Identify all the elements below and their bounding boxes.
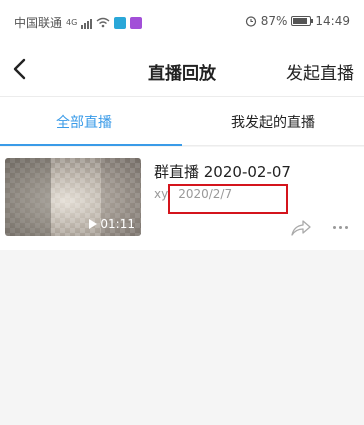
carrier-label: 中国联通 <box>14 16 63 30</box>
recording-title: 群直播 2020-02-07 <box>154 163 291 181</box>
nav-bar: 直播回放 发起直播 <box>0 44 364 96</box>
list-item[interactable]: 01:11 群直播 2020-02-07 xy 2020/2/7 <box>0 147 364 250</box>
app-notification-icon <box>130 16 143 29</box>
tab-all-live[interactable]: 全部直播 <box>0 112 168 132</box>
share-icon[interactable] <box>290 219 312 237</box>
active-tab-indicator <box>0 144 182 146</box>
video-thumbnail[interactable]: 01:11 <box>5 158 141 236</box>
wifi-icon <box>96 17 110 28</box>
alarm-icon <box>245 16 256 27</box>
app-notification-icon <box>114 16 127 29</box>
status-right: 87% 14:49 <box>245 14 350 28</box>
battery-percent: 87% <box>260 14 288 28</box>
network-label: 4G <box>66 18 78 27</box>
play-icon <box>89 219 98 229</box>
highlight-box <box>168 184 288 214</box>
duration-label: 01:11 <box>100 217 135 231</box>
host-name: xy <box>154 187 169 201</box>
status-left: 中国联通 4G <box>14 14 143 31</box>
status-bar: 中国联通 4G 87% 14:49 <box>0 0 364 44</box>
start-live-button[interactable]: 发起直播 <box>286 59 354 84</box>
tab-bar: 全部直播 我发起的直播 <box>0 96 364 146</box>
tab-my-live[interactable]: 我发起的直播 <box>182 112 364 132</box>
battery-icon <box>291 16 314 26</box>
more-icon[interactable] <box>333 226 348 229</box>
thumbnail-shade <box>5 158 51 236</box>
signal-icon <box>81 17 93 29</box>
duration-badge: 01:11 <box>89 217 135 231</box>
clock: 14:49 <box>315 14 350 28</box>
